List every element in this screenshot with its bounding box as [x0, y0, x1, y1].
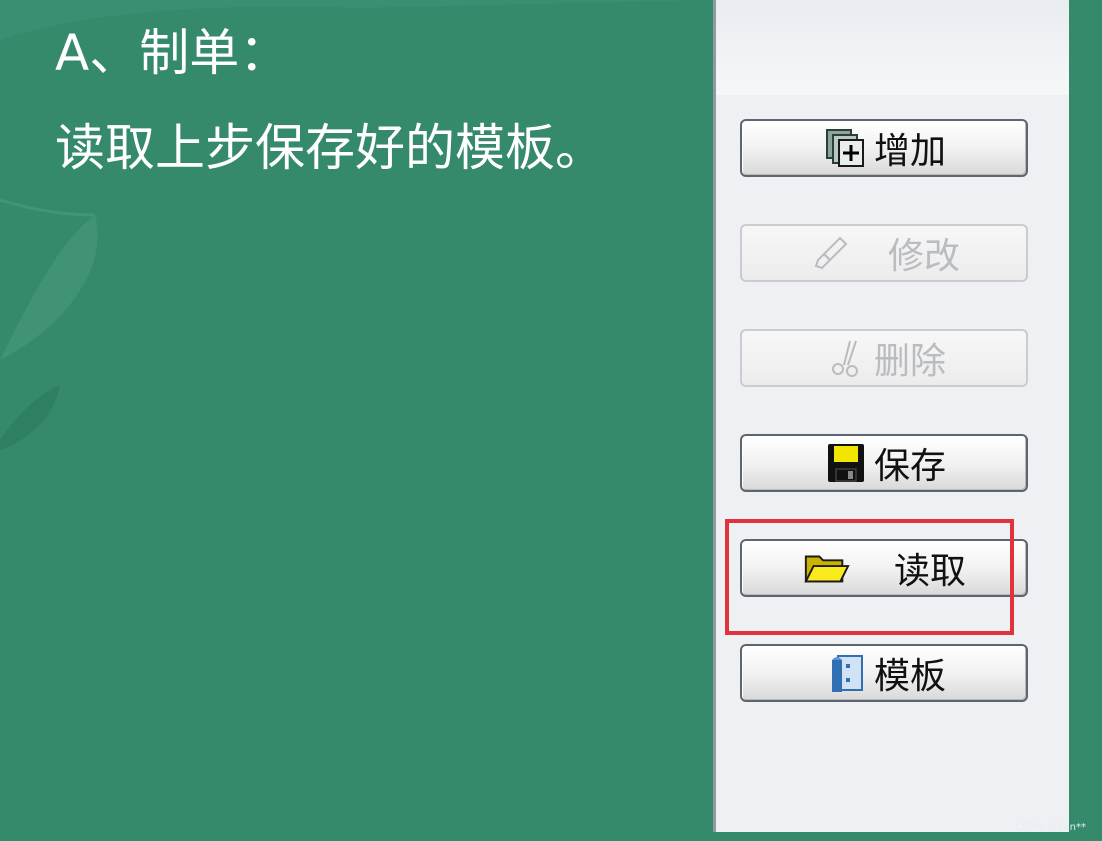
save-button[interactable]: 保存: [740, 434, 1028, 492]
right-edge: [1069, 0, 1102, 841]
brush-icon: [808, 231, 856, 275]
add-button-label: 增加: [873, 131, 946, 172]
leaf-decoration: [0, 215, 98, 360]
delete-button-label: 删除: [873, 341, 946, 382]
add-document-icon: [822, 126, 870, 170]
highlight-box: [725, 519, 1014, 635]
template-icon: [822, 651, 870, 695]
scissors-icon: [822, 336, 870, 380]
save-button-label: 保存: [873, 446, 946, 487]
slide-heading: A、制单：: [55, 24, 290, 82]
template-button-label: 模板: [873, 656, 946, 697]
add-button[interactable]: 增加: [740, 119, 1028, 177]
slide-subtitle: 读取上步保存好的模板。: [55, 119, 605, 177]
edit-button-label: 修改: [887, 236, 960, 277]
floppy-disk-icon: [822, 441, 870, 485]
delete-button[interactable]: 删除: [740, 329, 1028, 387]
edit-button[interactable]: 修改: [740, 224, 1028, 282]
watermark: CSDN @San**: [1015, 822, 1086, 833]
panel-header-area: [716, 0, 1069, 95]
template-button[interactable]: 模板: [740, 644, 1028, 702]
